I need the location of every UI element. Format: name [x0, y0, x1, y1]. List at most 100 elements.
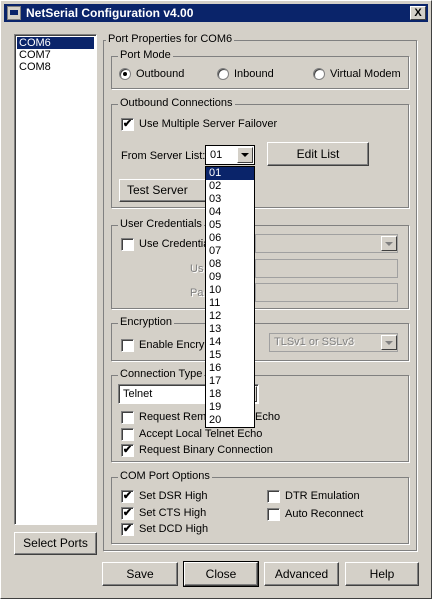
- help-label: Help: [369, 567, 395, 581]
- dcd-high-checkbox[interactable]: ✔: [121, 523, 134, 536]
- port-properties-title: Port Properties for COM6: [106, 33, 235, 45]
- server-list-option[interactable]: 16: [206, 362, 254, 375]
- server-list-label: From Server List:: [121, 150, 206, 162]
- request-binary-checkbox[interactable]: ✔: [121, 444, 134, 457]
- server-list-option[interactable]: 15: [206, 349, 254, 362]
- port-mode-title: Port Mode: [118, 49, 173, 61]
- user-field[interactable]: [255, 259, 398, 278]
- virtual-modem-label[interactable]: Virtual Modem: [330, 68, 401, 80]
- port-list[interactable]: COM6 COM7 COM8: [14, 34, 97, 525]
- chevron-down-icon: [385, 242, 393, 246]
- port-item-com8[interactable]: COM8: [17, 61, 94, 73]
- use-credentials-checkbox[interactable]: [121, 238, 134, 251]
- failover-label[interactable]: Use Multiple Server Failover: [139, 118, 277, 130]
- test-server-label: Test Server Conn: [127, 183, 188, 197]
- server-list-option[interactable]: 14: [206, 336, 254, 349]
- dtr-emulation-label[interactable]: DTR Emulation: [285, 490, 360, 502]
- outbound-title: Outbound Connections: [118, 97, 235, 109]
- server-list-option[interactable]: 02: [206, 180, 254, 193]
- accept-local-echo-label[interactable]: Accept Local Telnet Echo: [139, 428, 262, 440]
- failover-checkbox[interactable]: ✔: [121, 118, 134, 131]
- close-label: Close: [205, 567, 237, 581]
- enable-encryption-label[interactable]: Enable Encryp: [139, 339, 211, 351]
- dcd-high-label[interactable]: Set DCD High: [139, 523, 208, 535]
- select-ports-button[interactable]: Select Ports: [14, 532, 97, 555]
- advanced-button[interactable]: Advanced: [264, 562, 339, 586]
- check-mark-icon: ✔: [122, 118, 133, 130]
- password-field[interactable]: [255, 283, 398, 302]
- credentials-combo[interactable]: [255, 234, 398, 253]
- edit-list-label: Edit List: [296, 147, 340, 161]
- credentials-dropdown-button[interactable]: [381, 236, 397, 251]
- test-server-button[interactable]: Test Server Conn: [119, 179, 217, 202]
- request-remote-echo-checkbox[interactable]: [121, 411, 134, 424]
- com-options-title: COM Port Options: [118, 470, 212, 482]
- dsr-high-label[interactable]: Set DSR High: [139, 490, 207, 502]
- server-list-option[interactable]: 01: [206, 167, 254, 180]
- server-list-option[interactable]: 06: [206, 232, 254, 245]
- encryption-protocol-value: TLSv1 or SSLv3: [274, 336, 355, 348]
- encryption-title: Encryption: [118, 316, 174, 328]
- outbound-radio[interactable]: [119, 68, 131, 80]
- save-button[interactable]: Save: [102, 562, 178, 586]
- server-list-option[interactable]: 18: [206, 388, 254, 401]
- server-list-dropdown[interactable]: 01 02 03 04 05 06 07 08 09 10 11 12 13 14 15 16 17 18 19 20: [205, 166, 255, 428]
- virtual-modem-radio[interactable]: [313, 68, 325, 80]
- encryption-dropdown-button[interactable]: [381, 335, 397, 350]
- chevron-down-icon: [241, 153, 249, 157]
- server-list-combo[interactable]: 01: [205, 145, 255, 165]
- server-list-option[interactable]: 13: [206, 323, 254, 336]
- server-list-option[interactable]: 03: [206, 193, 254, 206]
- edit-list-button[interactable]: Edit List: [267, 142, 369, 166]
- check-mark-icon: ✔: [122, 507, 133, 519]
- server-list-option[interactable]: 09: [206, 271, 254, 284]
- server-list-option[interactable]: 04: [206, 206, 254, 219]
- check-mark-icon: ✔: [122, 490, 133, 502]
- request-remote-echo-label[interactable]: Request Rem: [139, 411, 206, 423]
- request-binary-label[interactable]: Request Binary Connection: [139, 444, 273, 456]
- server-list-option[interactable]: 12: [206, 310, 254, 323]
- encryption-protocol-combo[interactable]: TLSv1 or SSLv3: [269, 333, 398, 352]
- inbound-label[interactable]: Inbound: [234, 68, 274, 80]
- dsr-high-checkbox[interactable]: ✔: [121, 490, 134, 503]
- server-list-option[interactable]: 19: [206, 401, 254, 414]
- connection-type-value: Telnet: [123, 388, 153, 400]
- server-list-option[interactable]: 10: [206, 284, 254, 297]
- close-window-button[interactable]: X: [410, 6, 426, 20]
- close-icon: X: [414, 7, 422, 19]
- cts-high-label[interactable]: Set CTS High: [139, 507, 206, 519]
- server-list-option[interactable]: 07: [206, 245, 254, 258]
- save-label: Save: [126, 567, 154, 581]
- check-mark-icon: ✔: [122, 444, 133, 456]
- select-ports-label: Select Ports: [23, 536, 88, 550]
- auto-reconnect-label[interactable]: Auto Reconnect: [285, 508, 363, 520]
- port-item-com7[interactable]: COM7: [17, 49, 94, 61]
- server-list-option[interactable]: 11: [206, 297, 254, 310]
- cts-high-checkbox[interactable]: ✔: [121, 507, 134, 520]
- connection-type-title: Connection Type: [118, 368, 205, 380]
- advanced-label: Advanced: [274, 567, 329, 581]
- dtr-emulation-checkbox[interactable]: [267, 490, 280, 503]
- accept-local-echo-checkbox[interactable]: [121, 428, 134, 441]
- password-label: Pa: [190, 287, 204, 299]
- check-mark-icon: ✔: [122, 523, 133, 535]
- config-window: NetSerial Configuration v4.00 X COM6 COM…: [0, 0, 432, 599]
- server-list-option[interactable]: 05: [206, 219, 254, 232]
- server-list-option[interactable]: 17: [206, 375, 254, 388]
- server-list-value: 01: [210, 149, 223, 161]
- auto-reconnect-checkbox[interactable]: [267, 508, 280, 521]
- inbound-radio[interactable]: [217, 68, 229, 80]
- title-bar[interactable]: NetSerial Configuration v4.00 X: [4, 4, 428, 22]
- credentials-title: User Credentials: [118, 218, 204, 230]
- outbound-label[interactable]: Outbound: [136, 68, 184, 80]
- server-list-option[interactable]: 08: [206, 258, 254, 271]
- server-list-option[interactable]: 20: [206, 414, 254, 427]
- close-button[interactable]: Close: [183, 561, 259, 587]
- app-icon: [7, 6, 21, 20]
- help-button[interactable]: Help: [345, 562, 419, 586]
- server-list-dropdown-button[interactable]: [237, 147, 253, 163]
- user-label: Us: [190, 263, 204, 275]
- port-item-com6[interactable]: COM6: [17, 37, 94, 49]
- use-credentials-label[interactable]: Use Credentia: [139, 238, 209, 250]
- enable-encryption-checkbox[interactable]: [121, 339, 134, 352]
